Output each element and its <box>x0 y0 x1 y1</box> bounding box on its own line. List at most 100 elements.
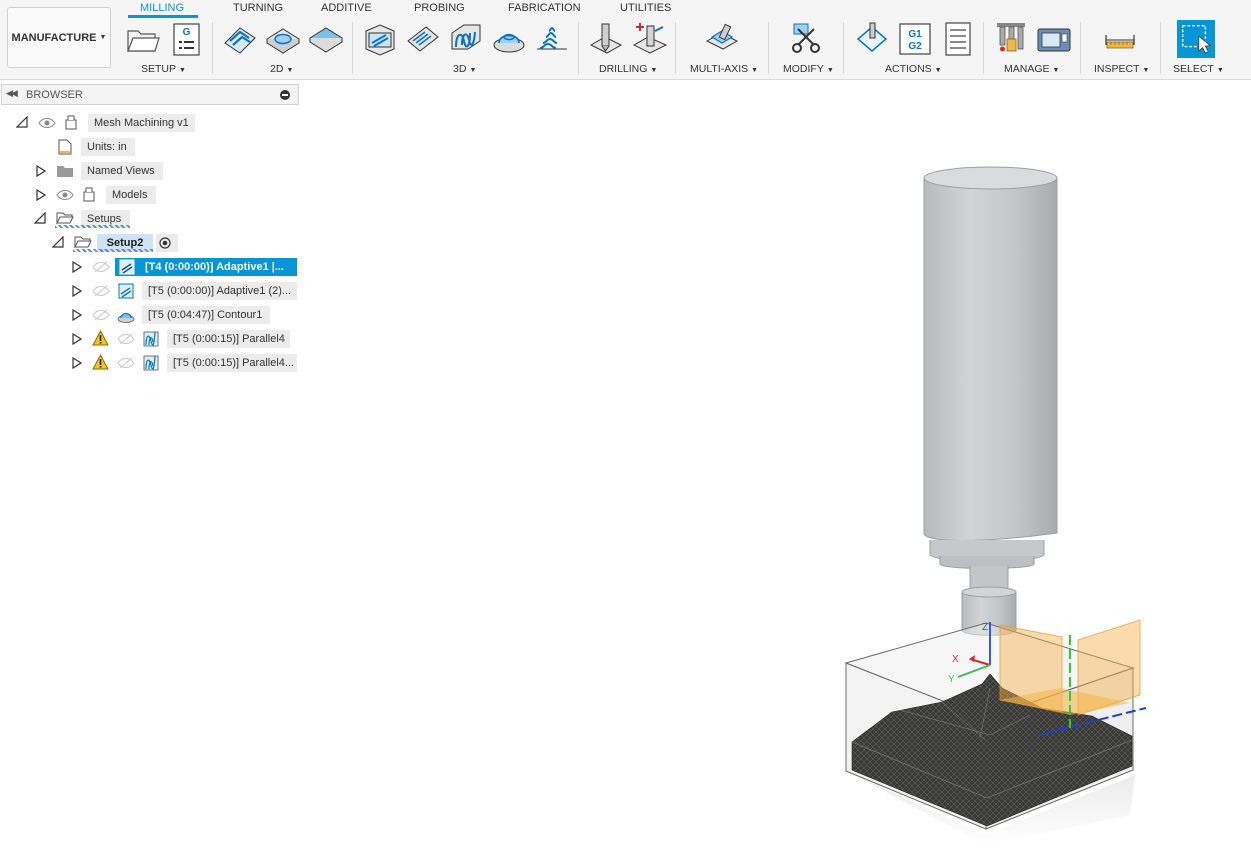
y-axis-label: Y <box>948 674 955 685</box>
operation-label[interactable]: [T5 (0:00:15)] Parallel4 <box>167 330 290 348</box>
caret-down-icon: ▼ <box>751 67 759 74</box>
group-select[interactable]: SELECT ▼ <box>1173 63 1224 75</box>
minimize-icon[interactable] <box>280 90 290 100</box>
operation-label[interactable]: [T5 (0:04:47)] Contour1 <box>142 306 270 324</box>
caret-down-icon: ▼ <box>179 67 186 74</box>
hidden-eye-icon[interactable] <box>92 261 110 273</box>
models-label[interactable]: Models <box>106 186 156 204</box>
visibility-eye-icon[interactable] <box>38 117 56 129</box>
group-divider <box>1160 22 1161 74</box>
group-divider <box>212 22 213 74</box>
group-setup[interactable]: SETUP ▼ <box>141 63 186 75</box>
group-manage[interactable]: MANAGE ▼ <box>1004 63 1059 75</box>
group-actions-label: ACTIONS <box>885 63 932 75</box>
group-inspect-label: INSPECT <box>1094 63 1140 75</box>
caret-down-icon: ▼ <box>469 67 477 74</box>
operation-label[interactable]: [T5 (0:00:00)] Adaptive1 (2)... <box>142 282 297 300</box>
hidden-eye-icon[interactable] <box>92 309 110 321</box>
group-setup-label: SETUP <box>141 63 177 75</box>
machine-library-icon[interactable] <box>1036 21 1072 57</box>
expand-triangle-icon[interactable] <box>72 285 82 297</box>
active-setup-radio-icon[interactable] <box>156 234 178 252</box>
post-process-g1-text: G1 <box>908 29 922 40</box>
expand-triangle-icon[interactable] <box>72 357 82 369</box>
group-3d[interactable]: 3D ▼ <box>453 63 476 75</box>
group-3d-label: 3D <box>453 63 467 75</box>
collapse-triangle-icon[interactable] <box>16 116 28 128</box>
expand-triangle-icon[interactable] <box>72 333 82 345</box>
group-modify-label: MODIFY <box>783 63 824 75</box>
setup-sheet-icon[interactable] <box>940 21 976 57</box>
3d-adaptive-icon[interactable] <box>362 21 398 57</box>
collapse-panel-icon[interactable]: ◀◀ <box>6 88 18 99</box>
group-inspect[interactable]: INSPECT ▼ <box>1094 63 1149 75</box>
contour-operation-icon <box>117 306 135 324</box>
face-icon[interactable] <box>308 21 344 57</box>
tab-probing[interactable]: PROBING <box>414 2 465 14</box>
setup-folder-icon <box>74 235 92 249</box>
select-icon[interactable] <box>1177 20 1215 58</box>
collapse-triangle-icon[interactable] <box>52 236 64 248</box>
scissors-icon[interactable] <box>788 21 824 57</box>
group-divider <box>675 22 676 74</box>
tool-library-icon[interactable] <box>993 21 1029 57</box>
multi-axis-icon[interactable] <box>704 21 740 57</box>
caret-down-icon: ▼ <box>1216 67 1224 74</box>
expand-triangle-icon[interactable] <box>72 261 82 273</box>
group-multi-axis[interactable]: MULTI-AXIS ▼ <box>690 63 758 75</box>
tab-additive[interactable]: ADDITIVE <box>321 2 372 14</box>
caret-down-icon: ▼ <box>934 67 942 74</box>
measure-icon[interactable] <box>1102 21 1138 57</box>
operation-label[interactable]: [T4 (0:00:00)] Adaptive1 |... <box>139 258 297 276</box>
document-icon <box>63 114 79 130</box>
group-divider <box>1080 22 1081 74</box>
group-2d[interactable]: 2D ▼ <box>270 63 293 75</box>
adaptive-operation-icon <box>115 258 139 276</box>
units-label[interactable]: Units: in <box>81 138 135 156</box>
browser-header: ◀◀ BROWSER <box>1 84 299 105</box>
scallop-icon[interactable] <box>534 21 570 57</box>
new-setup-icon[interactable] <box>125 21 161 57</box>
2d-adaptive-icon[interactable] <box>222 21 258 57</box>
group-divider <box>352 22 353 74</box>
simulate-icon[interactable] <box>854 21 890 57</box>
expand-triangle-icon[interactable] <box>36 189 46 201</box>
collapse-triangle-icon[interactable] <box>34 212 46 224</box>
hole-recognition-icon[interactable] <box>632 21 668 57</box>
parallel-icon[interactable] <box>448 21 484 57</box>
group-drilling[interactable]: DRILLING ▼ <box>599 63 657 75</box>
post-process-icon[interactable]: G1 G2 <box>897 21 933 57</box>
tab-milling[interactable]: MILLING <box>140 2 184 14</box>
post-process-g2-text: G2 <box>908 41 922 52</box>
group-divider <box>983 22 984 74</box>
tab-utilities[interactable]: UTILITIES <box>620 2 671 14</box>
visibility-eye-icon[interactable] <box>56 189 74 201</box>
caret-down-icon: ▼ <box>1142 67 1150 74</box>
component-icon <box>81 186 97 202</box>
warning-icon <box>92 354 109 370</box>
tab-fabrication[interactable]: FABRICATION <box>508 2 581 14</box>
named-views-label[interactable]: Named Views <box>81 162 163 180</box>
drill-icon[interactable] <box>588 21 624 57</box>
open-folder-icon <box>56 211 74 225</box>
group-actions[interactable]: ACTIONS ▼ <box>885 63 942 75</box>
hidden-eye-icon[interactable] <box>92 285 110 297</box>
tab-turning[interactable]: TURNING <box>233 2 283 14</box>
x-axis-label: X <box>952 654 959 665</box>
parallel-operation-icon <box>142 354 160 372</box>
group-modify[interactable]: MODIFY ▼ <box>783 63 834 75</box>
hidden-eye-icon[interactable] <box>117 333 135 345</box>
expand-triangle-icon[interactable] <box>36 165 46 177</box>
browser-root-label[interactable]: Mesh Machining v1 <box>88 114 195 132</box>
caret-down-icon: ▼ <box>1052 67 1060 74</box>
expand-triangle-icon[interactable] <box>72 309 82 321</box>
toolbar: MANUFACTURE ▼ MILLING TURNING ADDITIVE P… <box>0 0 1251 80</box>
3d-viewport[interactable]: Z X Y <box>800 150 1180 860</box>
nc-program-icon[interactable]: G <box>170 21 206 57</box>
2d-pocket-icon[interactable] <box>265 21 301 57</box>
workspace-switcher[interactable]: MANUFACTURE ▼ <box>7 7 111 68</box>
contour-icon[interactable] <box>491 21 527 57</box>
operation-label[interactable]: [T5 (0:00:15)] Parallel4... <box>167 354 297 372</box>
hidden-eye-icon[interactable] <box>117 357 135 369</box>
pocket-clearing-icon[interactable] <box>405 21 441 57</box>
